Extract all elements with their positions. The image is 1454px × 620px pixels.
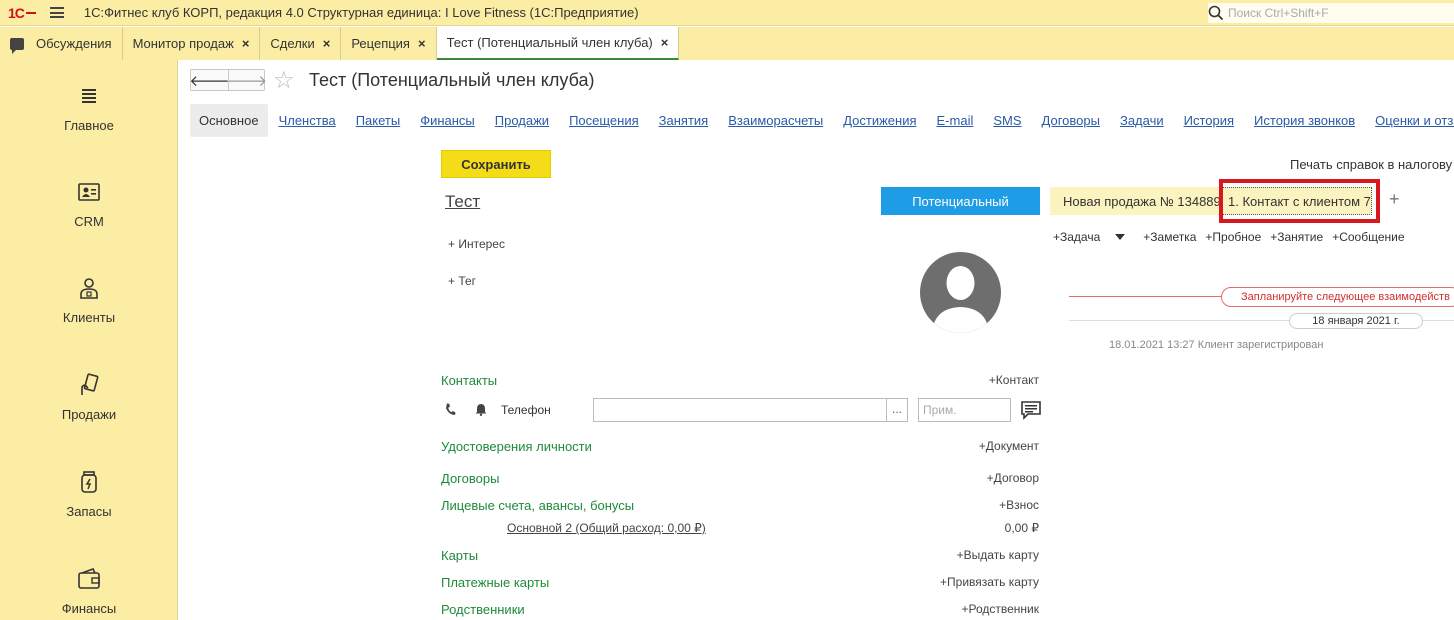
contacts-section-title: Контакты — [441, 373, 498, 388]
add-message-button[interactable]: +Сообщение — [1332, 230, 1404, 244]
close-icon[interactable]: × — [418, 36, 426, 51]
card-hand-icon — [81, 373, 99, 395]
avatar[interactable] — [920, 252, 1001, 333]
person-icon — [80, 278, 98, 299]
add-tag-link[interactable]: + Тег — [448, 274, 476, 288]
phone-select-button[interactable]: ... — [886, 398, 908, 422]
sidebar-item-finance[interactable]: Финансы — [0, 567, 178, 616]
sidebar-item-main[interactable]: Главное — [0, 84, 178, 133]
add-payment-link[interactable]: +Взнос — [999, 498, 1039, 512]
tab-lessons[interactable]: Занятия — [659, 113, 709, 128]
add-trial-button[interactable]: +Пробное — [1205, 230, 1261, 244]
phone-label: Телефон — [501, 403, 551, 417]
interaction-actions: +Задача +Заметка +Пробное +Занятие +Сооб… — [1053, 230, 1414, 244]
phone-note-input[interactable] — [918, 398, 1011, 422]
highlight-frame — [1219, 179, 1380, 223]
client-name[interactable]: Тест — [445, 192, 480, 212]
global-search[interactable]: Поиск Ctrl+Shift+F — [1208, 3, 1454, 23]
add-interest-link[interactable]: + Интерес — [448, 237, 505, 251]
tab-packages[interactable]: Пакеты — [356, 113, 401, 128]
tab-discussions[interactable]: Обсуждения — [0, 27, 123, 60]
tab-sales[interactable]: Продажи — [495, 113, 549, 128]
chevron-down-icon[interactable] — [1115, 234, 1126, 240]
tab-new-sale[interactable]: Новая продажа № 134889 — [1050, 187, 1222, 215]
bind-card-link[interactable]: +Привязать карту — [940, 575, 1039, 589]
history-nav: 🡐 🡒 — [189, 69, 267, 91]
close-icon[interactable]: × — [661, 35, 669, 50]
sidebar: Главное CRM Клиенты Продажи Запасы Финан… — [0, 60, 178, 620]
payment-cards-section-title: Платежные карты — [441, 575, 550, 590]
tab-email[interactable]: E-mail — [937, 113, 974, 128]
section-tabs: Основное Членства Пакеты Финансы Продажи… — [190, 103, 1454, 137]
cards-section-title: Карты — [441, 548, 479, 563]
close-icon[interactable]: × — [323, 36, 331, 51]
phone-input[interactable] — [593, 398, 887, 422]
accounts-section-title: Лицевые счета, авансы, бонусы — [441, 498, 635, 513]
forward-arrow-icon[interactable]: 🡒 — [227, 70, 267, 90]
id-documents-section-title: Удостоверения личности — [441, 439, 592, 454]
add-contract-link[interactable]: +Договор — [987, 471, 1039, 485]
app-logo[interactable]: 1С — [8, 5, 36, 21]
tab-history[interactable]: История — [1184, 113, 1234, 128]
back-arrow-icon[interactable]: 🡐 — [189, 70, 229, 90]
tab-client-test[interactable]: Тест (Потенциальный член клуба) × — [436, 27, 680, 60]
add-task-button[interactable]: +Задача — [1053, 230, 1134, 244]
add-tab-button[interactable]: + — [1389, 189, 1400, 210]
save-button[interactable]: Сохранить — [441, 150, 551, 178]
add-lesson-button[interactable]: +Занятие — [1270, 230, 1323, 244]
add-contact-link[interactable]: +Контакт — [989, 373, 1039, 387]
relatives-section-title: Родственники — [441, 602, 525, 617]
tab-sms[interactable]: SMS — [993, 113, 1021, 128]
phone-icon[interactable] — [444, 403, 457, 419]
tab-call-history[interactable]: История звонков — [1254, 113, 1355, 128]
tab-main[interactable]: Основное — [190, 103, 268, 137]
sidebar-item-sales[interactable]: Продажи — [0, 373, 178, 422]
plan-next-interaction-button[interactable]: Запланируйте следующее взаимодейств — [1221, 287, 1454, 307]
tab-deals[interactable]: Сделки × — [260, 27, 342, 60]
tab-achievements[interactable]: Достижения — [843, 113, 916, 128]
menu-icon — [82, 89, 96, 103]
tab-contracts[interactable]: Договоры — [1042, 113, 1100, 128]
app-title: 1С:Фитнес клуб КОРП, редакция 4.0 Структ… — [83, 5, 639, 20]
bell-icon[interactable] — [475, 403, 487, 419]
sidebar-item-stock[interactable]: Запасы — [0, 470, 178, 519]
add-document-link[interactable]: +Документ — [979, 439, 1039, 453]
timeline-event: 18.01.2021 13:27 Клиент зарегистрирован — [1109, 339, 1324, 351]
main-menu-icon[interactable] — [49, 7, 64, 18]
person-silhouette-icon — [932, 266, 989, 333]
search-icon — [1208, 5, 1224, 21]
wallet-icon — [78, 568, 100, 589]
message-icon[interactable] — [1020, 400, 1042, 420]
account-balance: 0,00 ₽ — [1004, 521, 1039, 535]
id-card-icon — [78, 183, 100, 201]
print-tax-certificates-button[interactable]: Печать справок в налогову — [1290, 157, 1452, 172]
tab-reception[interactable]: Рецепция × — [341, 27, 437, 60]
tab-visits[interactable]: Посещения — [569, 113, 639, 128]
timeline-date: 18 января 2021 г. — [1289, 313, 1423, 329]
chat-icon — [10, 37, 24, 54]
open-tabs: Обсуждения Монитор продаж × Сделки × Рецеп… — [0, 27, 1454, 60]
tab-memberships[interactable]: Членства — [279, 113, 336, 128]
page-title: Тест (Потенциальный член клуба) — [309, 70, 595, 90]
add-relative-link[interactable]: +Родственник — [961, 602, 1039, 616]
issue-card-link[interactable]: +Выдать карту — [957, 548, 1039, 562]
add-note-button[interactable]: +Заметка — [1143, 230, 1196, 244]
tab-finance[interactable]: Финансы — [420, 113, 475, 128]
client-status-button[interactable]: Потенциальный — [881, 187, 1040, 215]
tab-tasks[interactable]: Задачи — [1120, 113, 1164, 128]
close-icon[interactable]: × — [242, 36, 250, 51]
sidebar-item-crm[interactable]: CRM — [0, 180, 178, 229]
search-placeholder: Поиск Ctrl+Shift+F — [1228, 6, 1329, 20]
jar-icon — [81, 471, 97, 493]
tab-reviews[interactable]: Оценки и отзы — [1375, 113, 1454, 128]
sidebar-item-clients[interactable]: Клиенты — [0, 276, 178, 325]
favorite-star-icon[interactable]: ☆ — [273, 66, 295, 95]
contracts-section-title: Договоры — [441, 471, 500, 486]
account-link[interactable]: Основной 2 (Общий расход: 0,00 ₽) — [507, 521, 706, 535]
tab-settlements[interactable]: Взаиморасчеты — [728, 113, 823, 128]
title-bar: 1С 1С:Фитнес клуб КОРП, редакция 4.0 Стр… — [0, 0, 1454, 26]
tab-sales-monitor[interactable]: Монитор продаж × — [123, 27, 261, 60]
